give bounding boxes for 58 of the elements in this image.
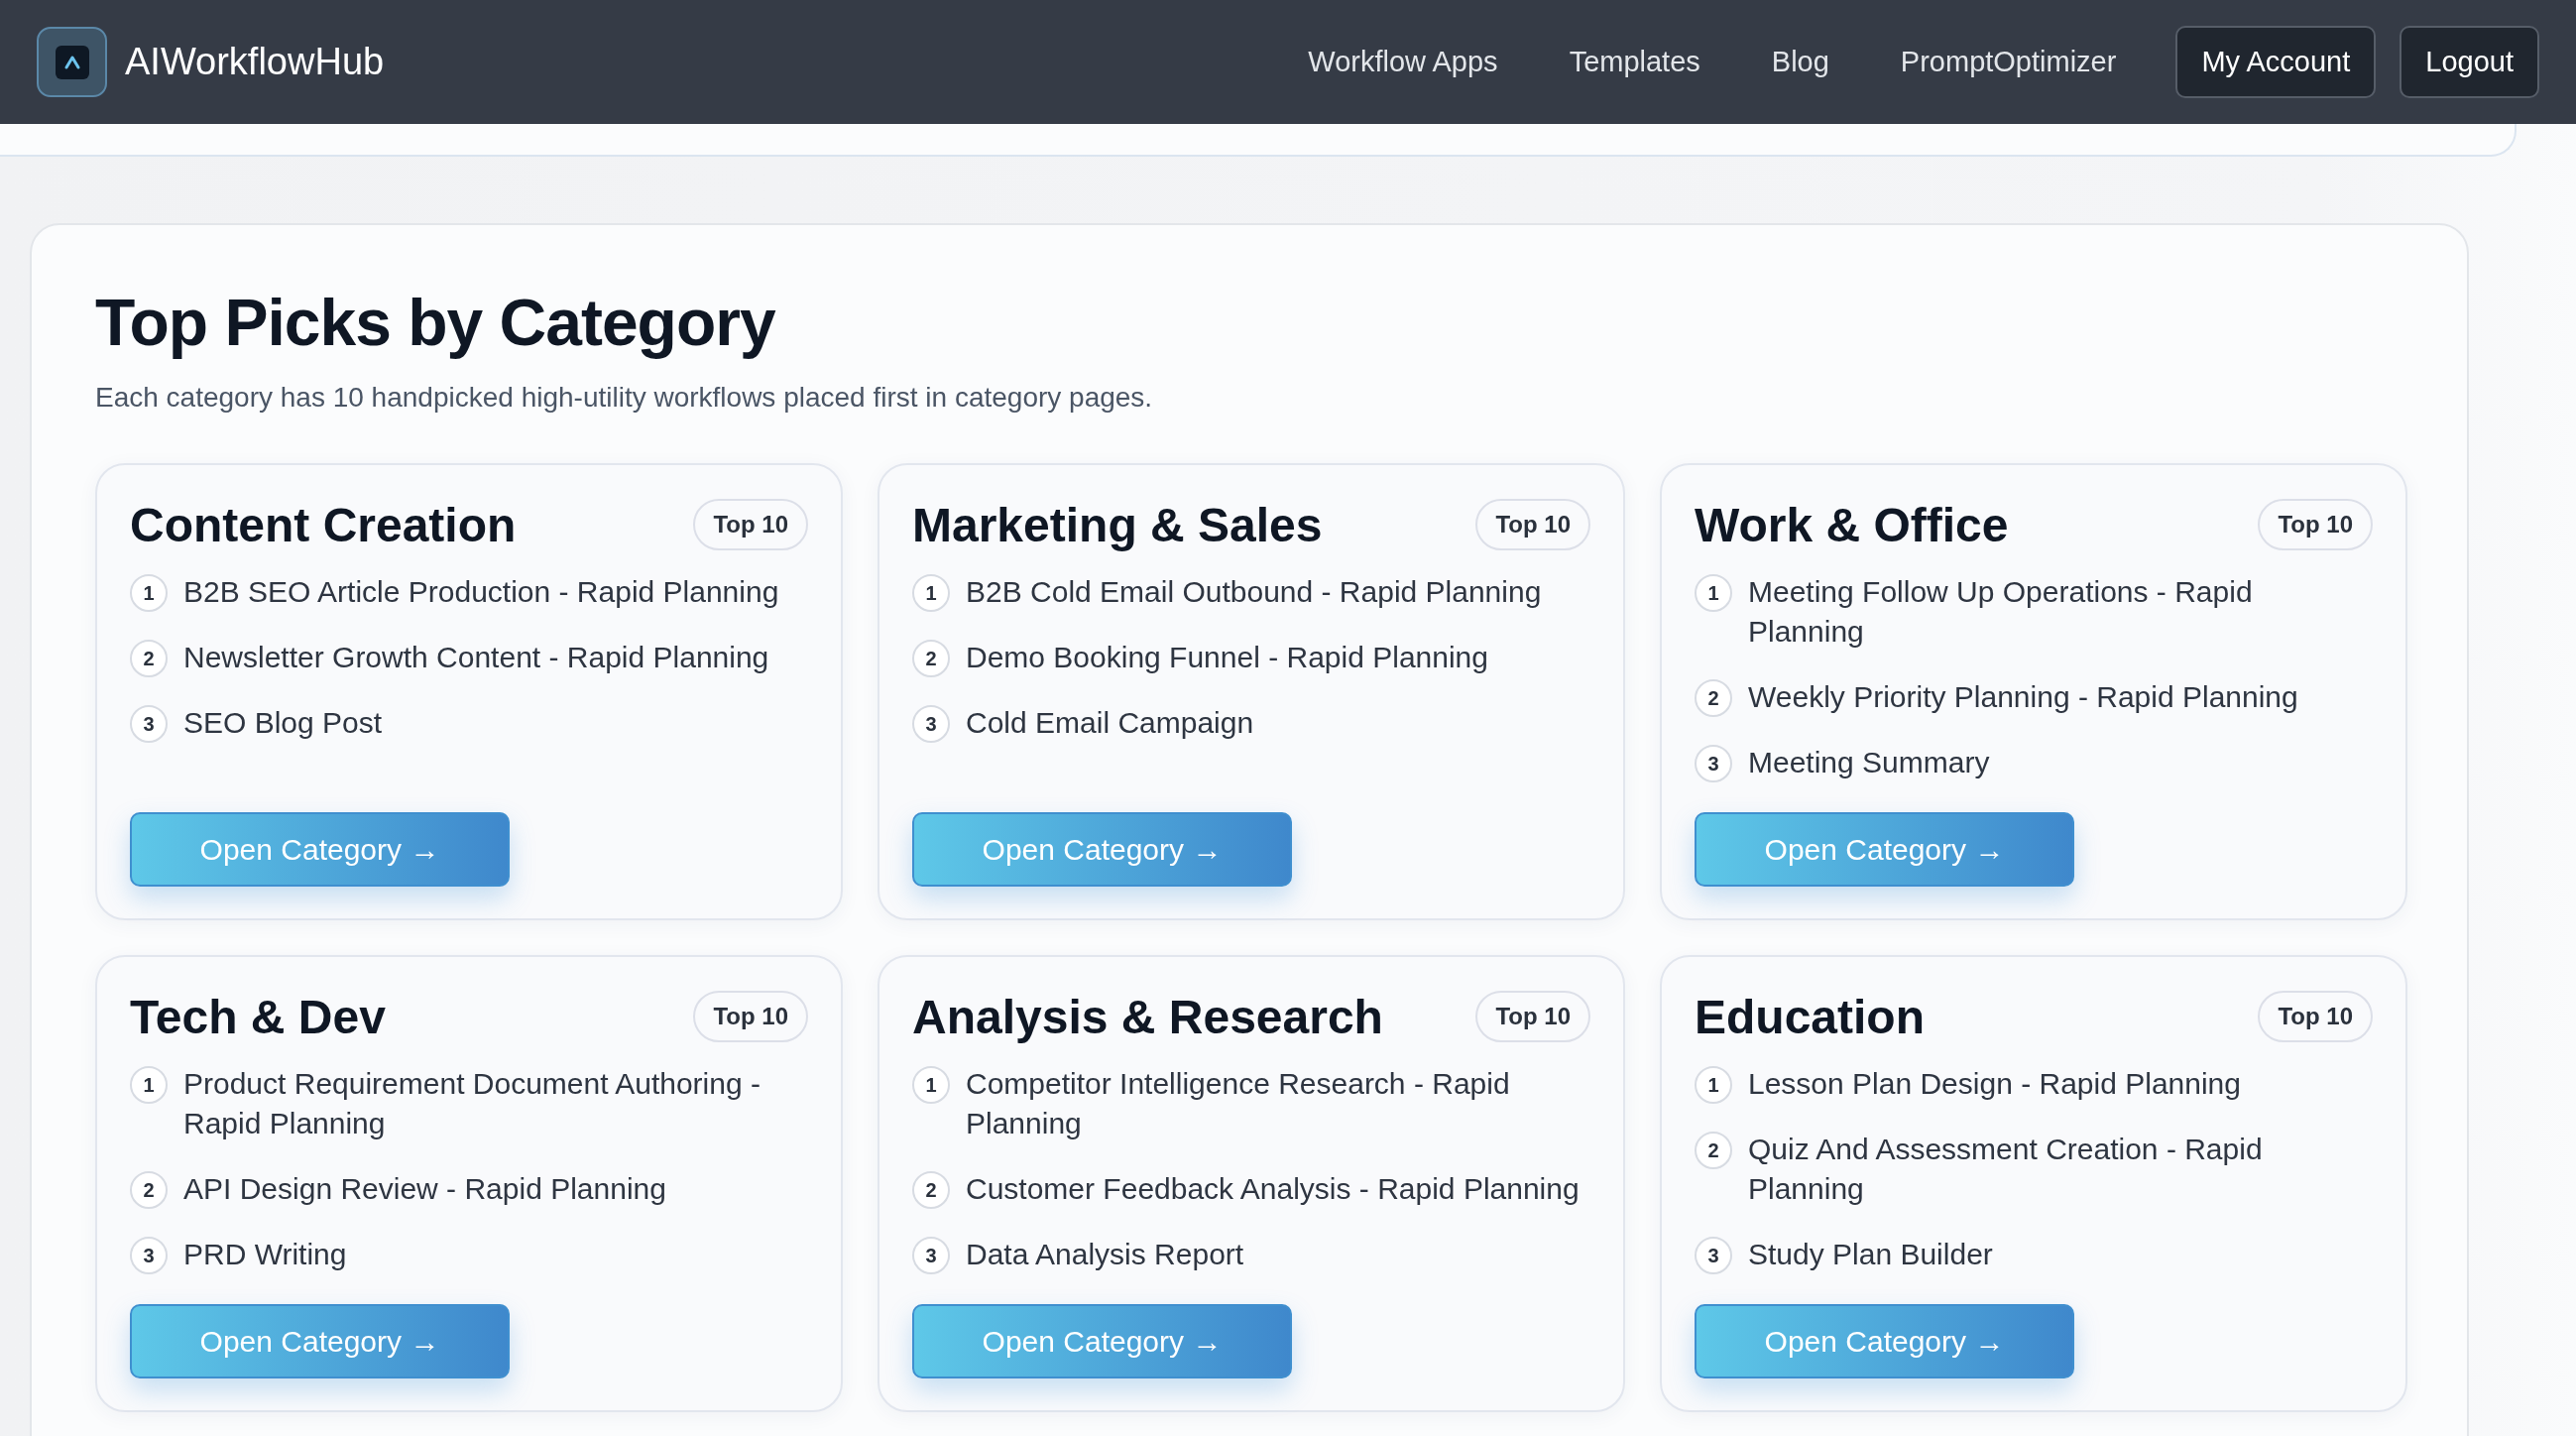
account-button[interactable]: Logout xyxy=(2400,26,2539,98)
workflow-link[interactable]: API Design Review - Rapid Planning xyxy=(183,1169,666,1209)
item-number: 2 xyxy=(130,1171,168,1209)
item-number: 1 xyxy=(912,574,950,612)
category-title: Content Creation xyxy=(130,497,517,552)
top-badge: Top 10 xyxy=(1475,499,1590,550)
top-badge: Top 10 xyxy=(693,991,808,1042)
item-number: 1 xyxy=(1695,574,1732,612)
workflow-link[interactable]: Quiz And Assessment Creation - Rapid Planning xyxy=(1748,1130,2373,1209)
workflow-link[interactable]: Competitor Intelligence Research - Rapid Planning xyxy=(966,1064,1590,1143)
item-number: 3 xyxy=(1695,745,1732,782)
item-number: 2 xyxy=(130,640,168,677)
workflow-link[interactable]: Meeting Summary xyxy=(1748,743,1990,782)
workflow-link[interactable]: Weekly Priority Planning - Rapid Planning xyxy=(1748,677,2298,717)
nav-link[interactable]: PromptOptimizer xyxy=(1864,46,2153,78)
workflow-link[interactable]: B2B SEO Article Production - Rapid Planning xyxy=(183,572,779,612)
nav-link[interactable]: Blog xyxy=(1735,46,1865,78)
item-number: 3 xyxy=(1695,1237,1732,1274)
item-number: 3 xyxy=(912,705,950,743)
logo-icon[interactable] xyxy=(37,27,107,97)
account-button[interactable]: My Account xyxy=(2175,26,2377,98)
category-title: Tech & Dev xyxy=(130,989,386,1044)
workflow-link[interactable]: B2B Cold Email Outbound - Rapid Planning xyxy=(966,572,1542,612)
item-number: 3 xyxy=(130,705,168,743)
workflow-link[interactable]: Customer Feedback Analysis - Rapid Planning xyxy=(966,1169,1580,1209)
nav-link[interactable]: Workflow Apps xyxy=(1272,46,1534,78)
item-number: 2 xyxy=(1695,1132,1732,1169)
workflow-link[interactable]: Meeting Follow Up Operations - Rapid Planning xyxy=(1748,572,2373,652)
item-number: 2 xyxy=(912,1171,950,1209)
workflow-link[interactable]: Data Analysis Report xyxy=(966,1235,1244,1274)
workflow-link[interactable]: Lesson Plan Design - Rapid Planning xyxy=(1748,1064,2241,1104)
workflow-link[interactable]: Cold Email Campaign xyxy=(966,703,1254,743)
item-number: 1 xyxy=(130,1066,168,1104)
category-title: Education xyxy=(1695,989,1925,1044)
item-number: 3 xyxy=(912,1237,950,1274)
category-title: Work & Office xyxy=(1695,497,2009,552)
workflow-link[interactable]: PRD Writing xyxy=(183,1235,347,1274)
item-number: 1 xyxy=(130,574,168,612)
top-badge: Top 10 xyxy=(2258,991,2373,1042)
brand-name[interactable]: AIWorkflowHub xyxy=(125,41,385,83)
item-number: 2 xyxy=(1695,679,1732,717)
item-number: 1 xyxy=(912,1066,950,1104)
top-badge: Top 10 xyxy=(1475,991,1590,1042)
workflow-link[interactable]: Demo Booking Funnel - Rapid Planning xyxy=(966,638,1488,677)
workflow-link[interactable]: SEO Blog Post xyxy=(183,703,383,743)
workflow-link[interactable]: Newsletter Growth Content - Rapid Planning xyxy=(183,638,769,677)
section-title: Top Picks by Category xyxy=(95,285,777,360)
category-title: Analysis & Research xyxy=(912,989,1383,1044)
category-title: Marketing & Sales xyxy=(912,497,1323,552)
section-subtitle: Each category has 10 handpicked high-utility workflows placed first in category pages. xyxy=(95,382,1154,414)
workflow-link[interactable]: Study Plan Builder xyxy=(1748,1235,1993,1274)
item-number: 3 xyxy=(130,1237,168,1274)
workflow-link[interactable]: Product Requirement Document Authoring - Rapid Planning xyxy=(183,1064,808,1143)
item-number: 2 xyxy=(912,640,950,677)
top-badge: Top 10 xyxy=(2258,499,2373,550)
item-number: 1 xyxy=(1695,1066,1732,1104)
top-badge: Top 10 xyxy=(693,499,808,550)
nav-link[interactable]: Templates xyxy=(1533,46,1736,78)
